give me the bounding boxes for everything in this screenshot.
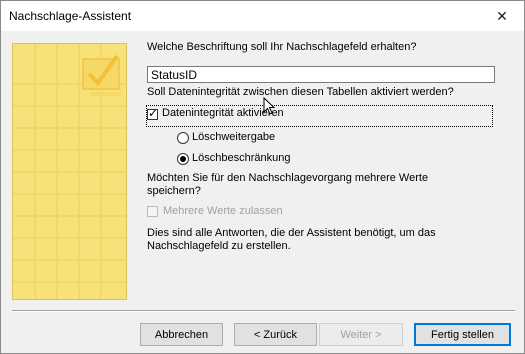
radio-restrict-delete[interactable]	[177, 153, 189, 165]
multi-value-prompt-line1: Möchten Sie für den Nachschlagevorgang m…	[147, 172, 429, 184]
title-bar: Nachschlage-Assistent ✕	[1, 1, 524, 31]
multi-value-checkbox-label: Mehrere Werte zulassen	[163, 205, 283, 217]
checkmark-icon: ✓	[148, 106, 159, 120]
next-button[interactable]: Weiter >	[319, 323, 403, 346]
wizard-art-panel	[12, 43, 127, 300]
radio-restrict-delete-label[interactable]: Löschbeschränkung	[192, 152, 290, 164]
radio-selected-dot	[180, 156, 186, 162]
finish-button[interactable]: Fertig stellen	[414, 323, 511, 346]
multi-value-checkbox[interactable]	[147, 206, 158, 217]
integrity-checkbox[interactable]: ✓	[147, 106, 159, 120]
radio-cascade-delete-label[interactable]: Löschweitergabe	[192, 131, 275, 143]
summary-line1: Dies sind alle Antworten, die der Assist…	[147, 227, 436, 239]
multi-value-prompt-line2: speichern?	[147, 185, 201, 197]
back-button[interactable]: < Zurück	[234, 323, 317, 346]
close-icon[interactable]: ✕	[480, 1, 524, 31]
summary-line2: Nachschlagefeld zu erstellen.	[147, 240, 291, 252]
window-title: Nachschlage-Assistent	[9, 9, 132, 23]
button-separator	[12, 310, 515, 312]
integrity-prompt: Soll Datenintegrität zwischen diesen Tab…	[147, 86, 454, 98]
caption-input[interactable]: StatusID	[147, 66, 495, 83]
wizard-window: Nachschlage-Assistent ✕ Welche Beschrift…	[0, 0, 525, 354]
mouse-cursor-icon	[263, 97, 275, 115]
radio-cascade-delete[interactable]	[177, 132, 189, 144]
wizard-art-icon	[13, 44, 126, 299]
cancel-button[interactable]: Abbrechen	[140, 323, 223, 346]
caption-prompt: Welche Beschriftung soll Ihr Nachschlage…	[147, 41, 417, 53]
